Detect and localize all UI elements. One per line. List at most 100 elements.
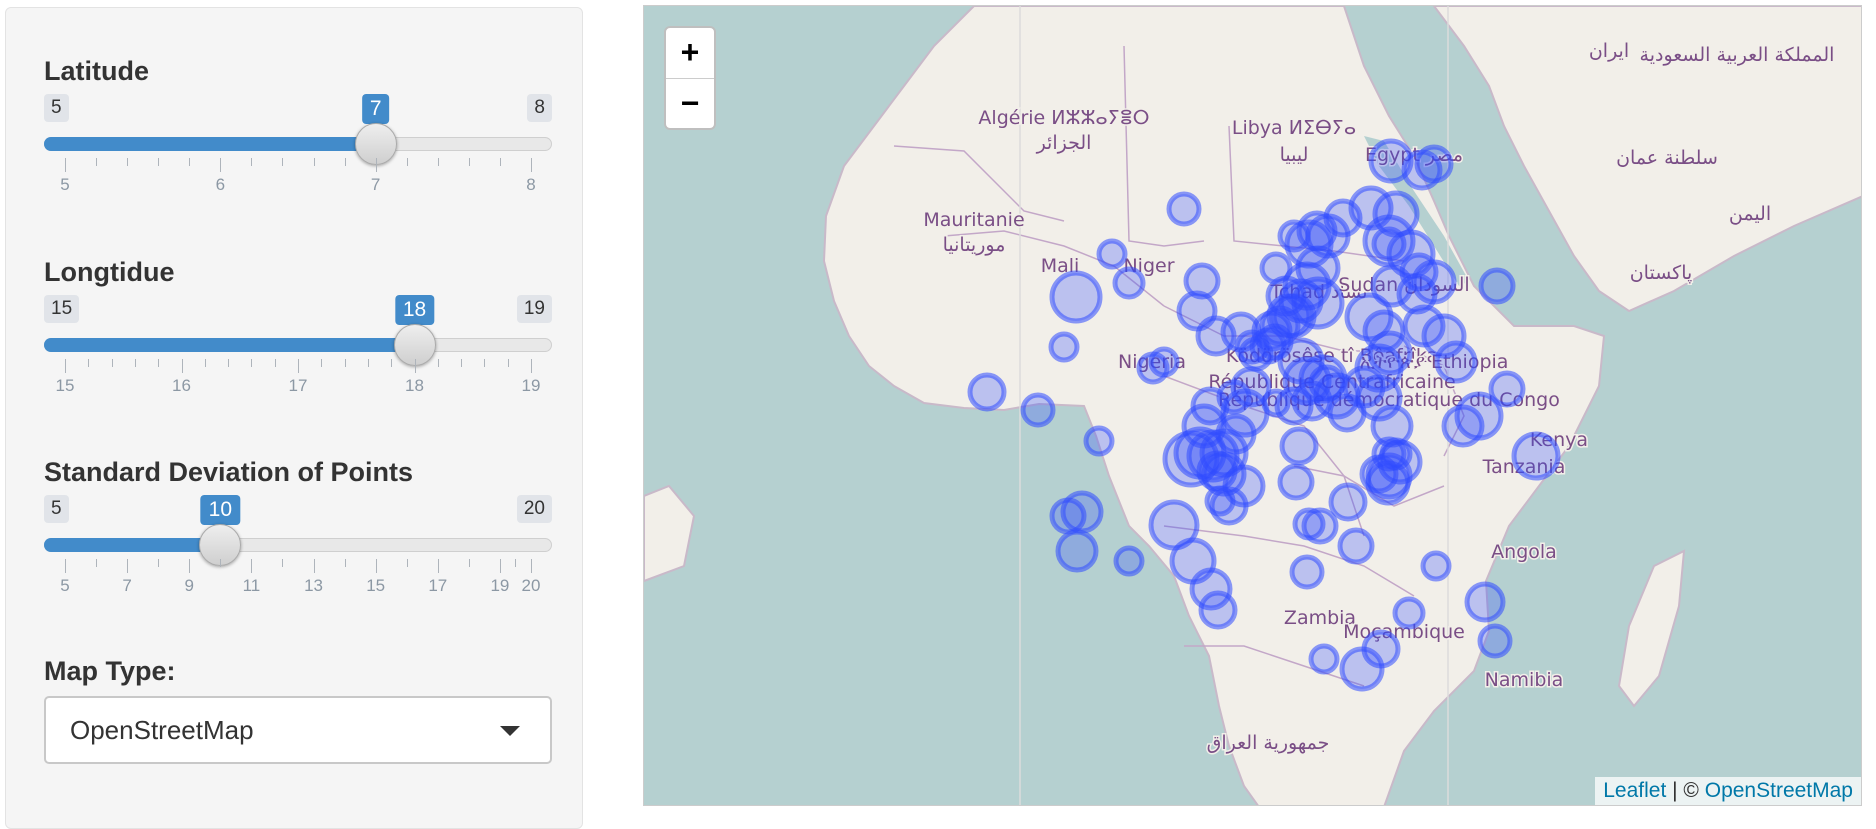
map-place-label: سلطنة عمان	[1616, 147, 1718, 169]
map-place-label: پاکستان	[1630, 262, 1693, 284]
circle-marker[interactable]	[1477, 623, 1513, 659]
circle-marker[interactable]	[1136, 351, 1170, 385]
slider-major-tick	[251, 559, 253, 573]
circle-marker[interactable]	[1362, 309, 1406, 353]
slider-minor-tick	[515, 559, 517, 567]
circle-marker[interactable]	[1328, 482, 1368, 522]
slider-minor-tick	[313, 158, 315, 166]
map-type-select[interactable]: OpenStreetMap	[44, 696, 552, 764]
slider-min-label: 5	[44, 495, 69, 523]
circle-marker[interactable]	[1251, 310, 1293, 352]
map-place-label: Algérie ⵍⵣⵣⴰⵢⴻⵔ	[978, 107, 1149, 129]
slider-minor-tick	[461, 359, 463, 367]
slider-tick-label: 11	[242, 576, 261, 595]
map-canvas[interactable]: Algérie ⵍⵣⵣⴰⵢⴻⵔالجزائرLibya ⵍⵉⴱⵢⴰليبيا Eg…	[644, 6, 1862, 806]
slider-tick-label: 17	[428, 576, 448, 595]
circle-marker[interactable]	[1277, 219, 1311, 253]
slider-minor-tick	[96, 559, 98, 567]
circle-marker[interactable]	[967, 372, 1007, 412]
circle-marker[interactable]	[1096, 238, 1128, 270]
map-type-label: Map Type:	[44, 656, 176, 686]
circle-marker[interactable]	[1488, 370, 1526, 408]
slider-value-label: 10	[200, 495, 241, 531]
slider-minor-tick	[204, 359, 206, 367]
slider-tick-label: 5	[60, 175, 70, 194]
circle-marker[interactable]	[1301, 507, 1339, 545]
circle-marker[interactable]	[1279, 426, 1319, 466]
circle-marker[interactable]	[1464, 581, 1506, 623]
osm-link[interactable]: OpenStreetMap	[1705, 779, 1853, 802]
circle-marker[interactable]	[1060, 490, 1104, 534]
map-place-label: ليبيا	[1280, 144, 1309, 166]
slider-minor-tick	[111, 359, 113, 367]
slider-tick-label: 15	[366, 576, 386, 595]
map-view[interactable]: Algérie ⵍⵣⵣⴰⵢⴻⵔ الجزائر Libya ⵍⵉⴱⵢⴰ ليبيا Eg…	[643, 5, 1862, 806]
circle-marker[interactable]	[1308, 643, 1340, 675]
slider-bar	[44, 538, 221, 552]
caret-down-icon	[500, 726, 520, 736]
slider-minor-tick	[406, 158, 408, 166]
slider-major-tick	[220, 158, 222, 172]
slider-major-tick	[375, 158, 377, 172]
circle-marker[interactable]	[1055, 529, 1099, 573]
circle-marker[interactable]	[1198, 590, 1238, 630]
circle-marker[interactable]	[1308, 364, 1346, 402]
slider-minor-tick	[437, 158, 439, 166]
circle-marker[interactable]	[1020, 392, 1056, 428]
circle-marker[interactable]	[1277, 463, 1315, 501]
circle-marker[interactable]	[1048, 331, 1080, 363]
map-place-label: المملكة العربية السعودية	[1640, 44, 1835, 66]
slider-max-label: 8	[527, 94, 552, 122]
circle-marker[interactable]	[1209, 486, 1249, 526]
latitude-slider[interactable]: 5 8 7 5 6 7 8	[44, 94, 552, 194]
circle-marker[interactable]	[1049, 270, 1103, 324]
std-dev-slider[interactable]: 5 20 10 5 7 9 11 13 15 17 19 20	[44, 495, 552, 595]
circle-marker[interactable]	[1441, 404, 1485, 448]
leaflet-link[interactable]: Leaflet	[1603, 779, 1666, 802]
map-place-label: Libya ⵍⵉⴱⵢⴰ	[1232, 117, 1356, 139]
zoom-control: + −	[664, 26, 716, 130]
std-dev-label: Standard Deviation of Points	[44, 457, 414, 487]
circle-marker[interactable]	[1083, 425, 1115, 457]
slider-major-tick	[181, 359, 183, 373]
circle-marker[interactable]	[1183, 262, 1221, 300]
slider-minor-tick	[88, 359, 90, 367]
circle-marker[interactable]	[1478, 267, 1516, 305]
map-attribution: Leaflet | © OpenStreetMap	[1595, 777, 1861, 805]
zoom-out-button[interactable]: −	[666, 79, 714, 128]
circle-marker[interactable]	[1113, 545, 1145, 577]
zoom-in-button[interactable]: +	[666, 28, 714, 79]
circle-marker[interactable]	[1289, 554, 1325, 590]
slider-bar	[44, 338, 415, 352]
latitude-label: Latitude	[44, 56, 149, 86]
slider-minor-tick	[344, 559, 346, 567]
circle-marker[interactable]	[1386, 229, 1436, 279]
circle-marker[interactable]	[1339, 646, 1385, 692]
circle-marker[interactable]	[1365, 460, 1411, 506]
slider-major-tick	[437, 559, 439, 573]
slider-major-tick	[127, 559, 129, 573]
slider-tick-label: 6	[215, 175, 226, 194]
circle-marker[interactable]	[1337, 527, 1375, 565]
slider-major-tick	[65, 359, 66, 373]
map-place-label: موريتانيا	[943, 234, 1006, 256]
circle-marker[interactable]	[1511, 431, 1561, 481]
slider-major-tick	[298, 359, 299, 373]
slider-tick-label: 5	[60, 576, 70, 595]
slider-tick-label: 19	[490, 576, 510, 595]
map-place-label: الجزائر	[1036, 132, 1092, 154]
slider-minor-tick	[189, 158, 191, 166]
circle-marker[interactable]	[1420, 550, 1452, 582]
circle-marker[interactable]	[1305, 213, 1351, 259]
circle-marker[interactable]	[1392, 596, 1426, 630]
circle-marker[interactable]	[1414, 144, 1454, 184]
slider-tick-label: 7	[370, 175, 381, 194]
circle-marker[interactable]	[1166, 191, 1202, 227]
slider-min-label: 15	[44, 295, 80, 323]
circle-marker[interactable]	[1216, 379, 1252, 415]
slider-tick-label: 18	[405, 376, 424, 395]
slider-major-tick	[414, 359, 416, 373]
longitude-slider[interactable]: 15 19 18 15 16 17 18 19	[44, 295, 552, 395]
circle-marker[interactable]	[1112, 266, 1146, 300]
slider-minor-tick	[344, 359, 346, 367]
